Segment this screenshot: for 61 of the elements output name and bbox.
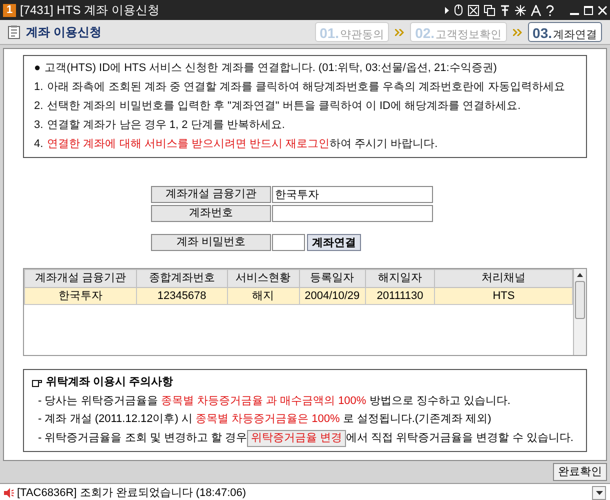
table-cell: 12345678	[136, 287, 228, 304]
box-x-icon[interactable]	[468, 4, 479, 16]
instruction-text: 선택한 계좌의 비밀번호를 입력한 후 "계좌연결" 버튼을 클릭하여 이 ID에 해당계좌를 연결하세요.	[47, 99, 521, 114]
list-marker: 1.	[34, 80, 44, 95]
password-field[interactable]	[272, 234, 305, 251]
list-marker: 4.	[34, 137, 44, 152]
close-icon[interactable]	[598, 6, 607, 14]
column-header: 처리채널	[434, 270, 572, 287]
help-icon[interactable]	[546, 4, 554, 16]
column-header: 종합계좌번호	[136, 270, 228, 287]
field-label: 계좌 비밀번호	[151, 234, 271, 251]
margin-rate-button[interactable]: 위탁증거금율 변경	[247, 430, 346, 446]
note-text: 에서 직접 위탁증거금율을 변경할 수 있습니다.	[346, 430, 574, 446]
column-header: 계좌개설 금융기관	[24, 270, 136, 287]
dropdown-button[interactable]	[592, 486, 606, 500]
clipboard-icon	[8, 25, 20, 39]
pointing-hand-icon	[32, 378, 42, 387]
instruction-text: 고객(HTS) ID에 HTS 서비스 신청한 계좌를 연결합니다. (01:위탁, 03:선물/옵션, 21:수익증권)	[44, 61, 497, 76]
column-header: 해지일자	[365, 270, 435, 287]
asterisk-icon[interactable]	[515, 4, 526, 16]
connect-button[interactable]: 계좌연결	[307, 234, 361, 251]
pin-icon[interactable]	[500, 4, 510, 16]
table-cell: 2004/10/29	[299, 287, 366, 304]
notes-title: 위탁계좌 이용시 주의사항	[46, 375, 174, 390]
page-title: 계좌 이용신청	[26, 24, 102, 41]
field-label: 계좌개설 금융기관	[151, 186, 271, 203]
instruction-text: 아래 좌측에 조회된 계좌 중 연결할 계좌를 클릭하여 해당계좌번호를 우측의 계좌번호란에 자동입력하세요	[47, 80, 565, 95]
step-tab[interactable]: 03.계좌연결	[528, 22, 602, 42]
maximize-icon[interactable]	[584, 6, 593, 14]
table-row[interactable]: 한국투자 12345678 해지 2004/10/29 20111130 HTS	[24, 287, 572, 304]
note-text: - 위탁증거금율을 조회 및 변경하고 할 경우	[38, 430, 247, 446]
caret-icon	[596, 491, 602, 495]
table-cell: 해지	[227, 287, 300, 304]
speaker-icon	[4, 488, 14, 498]
table-cell: 한국투자	[24, 287, 136, 304]
status-message: [TAC6836R] 조회가 완료되었습니다 (18:47:06)	[17, 486, 248, 500]
mouse-icon[interactable]	[454, 4, 463, 16]
window-title: [7431] HTS 계좌 이용신청	[20, 2, 160, 19]
instruction-text: 연결할 계좌가 남은 경우 1, 2 단계를 반복하세요.	[47, 118, 285, 133]
input-field[interactable]: 한국투자	[272, 186, 433, 203]
list-marker: 3.	[34, 118, 44, 133]
list-marker: ●	[34, 61, 41, 76]
input-field[interactable]	[272, 205, 433, 222]
note-text: - 계좌 개설 (2011.12.12이후) 시 종목별 차등증거금율은 100% 로 설정됩니다.(기존계좌 제외)	[38, 412, 492, 426]
chevron-icon	[512, 28, 522, 36]
font-icon[interactable]	[531, 4, 541, 16]
table-cell: HTS	[434, 287, 572, 304]
triangle-icon[interactable]	[445, 6, 449, 14]
list-marker: 2.	[34, 99, 44, 114]
scrollbar[interactable]	[573, 269, 586, 355]
scroll-thumb[interactable]	[575, 281, 585, 319]
column-header: 등록일자	[299, 270, 366, 287]
table-cell: 20111130	[365, 287, 435, 304]
complete-button[interactable]: 완료확인	[553, 462, 607, 480]
instruction-text: 연결한 계좌에 대해 서비스를 받으시려면 반드시 재로그인하여 주시기 바랍니다.	[47, 137, 438, 152]
note-text: - 당사는 위탁증거금율을 종목별 차등증거금율 과 매수금액의 100% 방법으로 징수하고 있습니다.	[38, 394, 510, 408]
window-number: 1	[3, 4, 16, 16]
chevron-icon	[395, 28, 404, 36]
field-label: 계좌번호	[151, 205, 271, 222]
windows-icon[interactable]	[484, 4, 495, 16]
column-header: 서비스현황	[227, 270, 300, 287]
